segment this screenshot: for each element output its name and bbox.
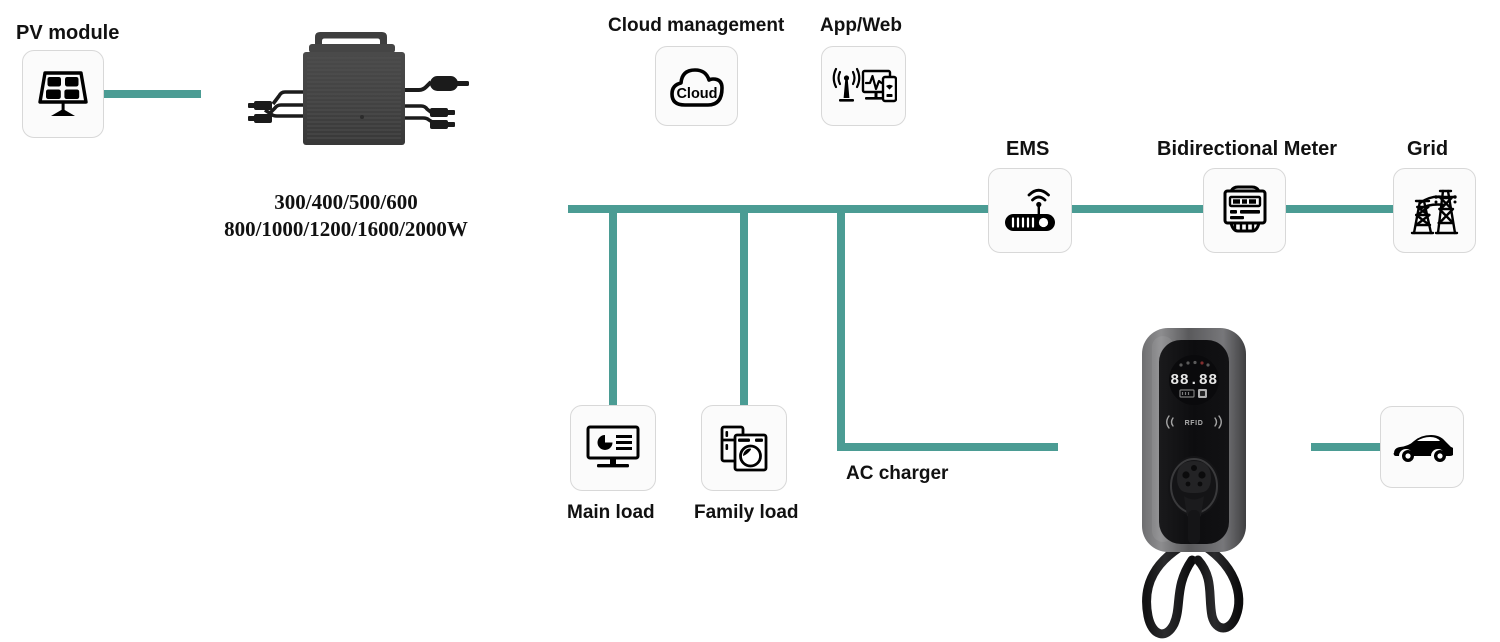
spec-line-2: 800/1000/1200/1600/2000W bbox=[224, 216, 468, 241]
wire-ems-to-meter bbox=[1068, 205, 1205, 213]
wire-pv-to-microinverter bbox=[104, 90, 201, 98]
cloud-icon: Cloud bbox=[666, 62, 728, 110]
spec-line-1: 300/400/500/600 bbox=[274, 190, 418, 214]
microinverter-device bbox=[243, 28, 471, 150]
cloud-management-label: Cloud management bbox=[608, 15, 785, 36]
wire-bus-to-main-load bbox=[609, 205, 617, 412]
system-diagram-canvas: PV module 300/400/500/600 800/1000/1200/… bbox=[0, 0, 1500, 642]
wire-main-bus bbox=[568, 205, 992, 213]
ev-wallbox-charger[interactable]: 88.88 RFID bbox=[1118, 310, 1270, 642]
wire-bus-to-ac-charger-horizontal bbox=[837, 443, 1058, 451]
microinverter-power-spec: 300/400/500/600 800/1000/1200/1600/2000W bbox=[200, 189, 492, 243]
signal-monitor-phone-icon bbox=[831, 62, 897, 110]
charger-rfid-text: RFID bbox=[1185, 420, 1204, 427]
bidirectional-meter-tile[interactable] bbox=[1203, 168, 1286, 253]
router-wifi-icon bbox=[1001, 186, 1059, 236]
ems-label: EMS bbox=[1006, 138, 1050, 160]
solar-panel-icon bbox=[36, 69, 90, 119]
pv-module-tile[interactable] bbox=[22, 50, 104, 138]
charger-display-value: 88.88 bbox=[1170, 372, 1218, 389]
car-icon bbox=[1391, 431, 1453, 463]
cloud-icon-text: Cloud bbox=[676, 86, 717, 102]
monitor-chart-icon bbox=[585, 424, 641, 472]
family-load-label: Family load bbox=[694, 502, 799, 523]
ems-tile[interactable] bbox=[988, 168, 1072, 253]
main-load-label: Main load bbox=[567, 502, 655, 523]
energy-meter-icon bbox=[1219, 183, 1271, 239]
cloud-management-tile[interactable]: Cloud bbox=[655, 46, 738, 126]
main-load-tile[interactable] bbox=[570, 405, 656, 491]
app-web-label: App/Web bbox=[820, 15, 902, 36]
grid-tile[interactable] bbox=[1393, 168, 1476, 253]
transmission-tower-icon bbox=[1405, 183, 1465, 239]
family-load-tile[interactable] bbox=[701, 405, 787, 491]
pv-module-label: PV module bbox=[16, 22, 120, 44]
wire-bus-to-ac-charger-vertical bbox=[837, 205, 845, 443]
app-web-tile[interactable] bbox=[821, 46, 906, 126]
wire-charger-to-vehicle bbox=[1311, 443, 1386, 451]
wire-meter-to-grid bbox=[1284, 205, 1394, 213]
grid-label: Grid bbox=[1407, 138, 1449, 160]
electric-vehicle-tile[interactable] bbox=[1380, 406, 1464, 488]
bidirectional-meter-label: Bidirectional Meter bbox=[1157, 138, 1338, 160]
wire-bus-to-family-load bbox=[740, 205, 748, 412]
fridge-washer-icon bbox=[719, 423, 769, 473]
ac-charger-label: AC charger bbox=[846, 463, 949, 484]
